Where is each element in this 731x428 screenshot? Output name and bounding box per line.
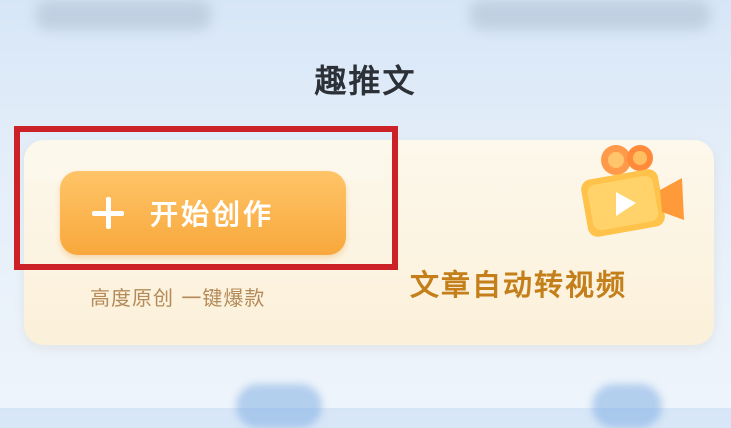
plus-icon: [90, 195, 126, 231]
card-headline: 文章自动转视频: [410, 268, 628, 302]
status-bar-left: [36, 0, 211, 30]
start-creation-button[interactable]: 开始创作: [60, 171, 346, 255]
movie-camera-icon: [581, 145, 684, 237]
page-title: 趣推文: [314, 62, 417, 100]
start-creation-label: 开始创作: [150, 198, 275, 231]
status-bar-right: [470, 0, 710, 30]
bottom-shortcut-right: [592, 384, 662, 428]
bottom-shortcut-left: [236, 384, 322, 428]
card-subtitle: 高度原创 一键爆款: [90, 286, 266, 310]
